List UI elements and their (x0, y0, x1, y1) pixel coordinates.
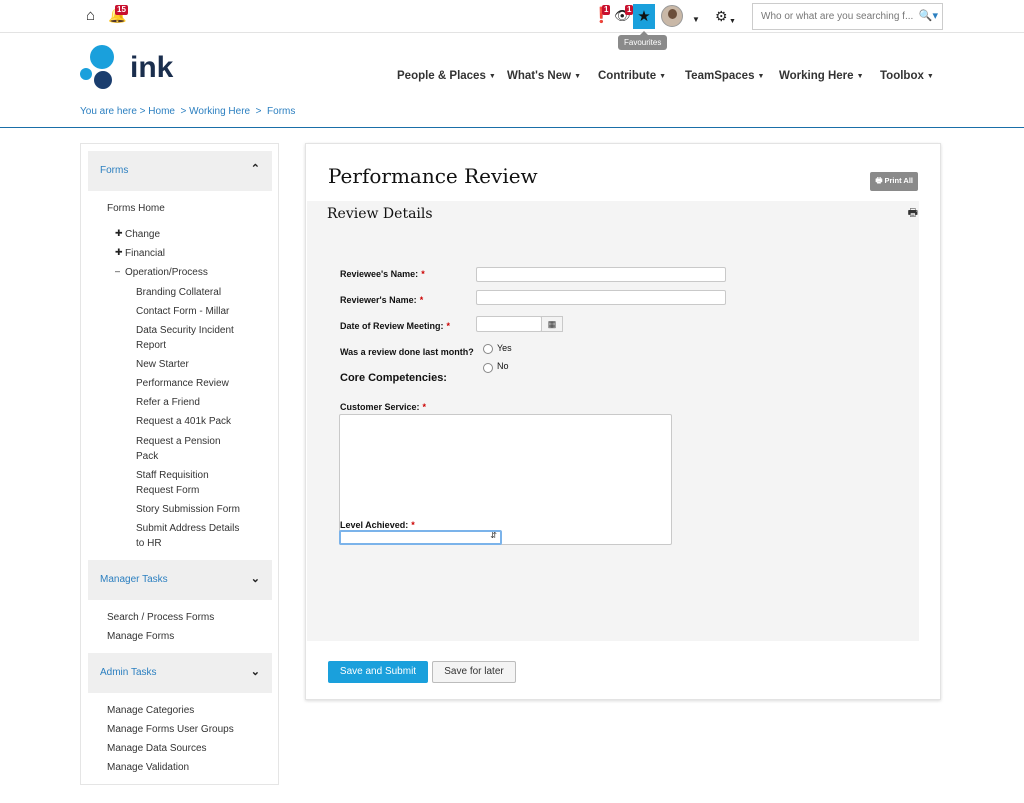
sidebar-item-financial[interactable]: Financial (125, 246, 165, 261)
sidebar-item-search-process[interactable]: Search / Process Forms (107, 610, 214, 625)
sidebar-form-new-starter[interactable]: New Starter (136, 357, 189, 372)
sidebar-form-refer-friend[interactable]: Refer a Friend (136, 395, 200, 410)
sidebar-item-manage-user-groups[interactable]: Manage Forms User Groups (107, 722, 234, 737)
reviewee-label: Reviewee's Name: * (340, 269, 425, 279)
level-achieved-label: Level Achieved: * (340, 520, 415, 530)
expand-plus-icon[interactable]: ✚ (115, 247, 123, 258)
header-divider (0, 127, 1024, 128)
reviewee-input[interactable] (476, 267, 726, 282)
reviewer-input[interactable] (476, 290, 726, 305)
nav-working-here[interactable]: Working Here ▼ (779, 70, 864, 82)
customer-service-label: Customer Service: * (340, 402, 427, 412)
sidebar-form-pension-cont[interactable]: Pack (136, 449, 158, 464)
sidebar-manager-header[interactable]: Manager Tasks ⌄ (88, 560, 272, 600)
radio-yes-label: Yes (497, 343, 512, 353)
avatar[interactable] (661, 5, 683, 27)
search-input[interactable] (753, 4, 918, 29)
nav-contribute[interactable]: Contribute ▼ (598, 70, 666, 82)
notifications-badge: 15 (115, 5, 128, 15)
sidebar-form-401k[interactable]: Request a 401k Pack (136, 414, 231, 429)
sidebar-form-pension[interactable]: Request a Pension (136, 434, 221, 449)
chevron-down-icon: ▼ (926, 73, 934, 80)
chevron-down-icon: ▼ (856, 73, 864, 80)
favourites-star-icon[interactable]: ★ (633, 4, 655, 29)
nav-whats-new[interactable]: What's New ▼ (507, 70, 581, 82)
nav-people-places[interactable]: People & Places ▼ (397, 70, 496, 82)
calendar-icon[interactable]: ▦ (541, 316, 563, 332)
sidebar-forms-header[interactable]: Forms ⌃ (88, 151, 272, 191)
breadcrumb[interactable]: You are here > Home > Working Here > For… (80, 106, 295, 117)
sidebar-form-data-security[interactable]: Data Security Incident (136, 323, 234, 338)
collapse-minus-icon[interactable]: – (115, 266, 120, 276)
review-last-month-label: Was a review done last month? (340, 347, 474, 357)
gear-icon[interactable]: ⚙ (715, 7, 728, 25)
chevron-down-icon[interactable]: ▼ (692, 11, 700, 29)
logo-text: ink (130, 51, 174, 84)
ink-logo[interactable]: ink (80, 45, 180, 91)
sidebar-form-staff-requisition-cont[interactable]: Request Form (136, 483, 199, 498)
radio-yes[interactable] (483, 344, 493, 354)
review-date-label: Date of Review Meeting: * (340, 321, 451, 331)
sidebar-admin-header[interactable]: Admin Tasks ⌄ (88, 653, 272, 693)
save-for-later-button[interactable]: Save for later (432, 661, 516, 683)
chevron-down-icon: ▼ (659, 73, 667, 80)
sidebar-item-manage-validation[interactable]: Manage Validation (107, 760, 189, 775)
section-title: Review Details (327, 206, 433, 222)
expand-plus-icon[interactable]: ✚ (115, 228, 123, 239)
printer-icon[interactable]: 🖶 (908, 204, 918, 223)
sidebar-form-contact-form[interactable]: Contact Form - Millar (136, 304, 229, 319)
sidebar-form-staff-requisition[interactable]: Staff Requisition (136, 468, 209, 483)
sidebar-item-manage-data-sources[interactable]: Manage Data Sources (107, 741, 207, 756)
sidebar-item-operation-process[interactable]: Operation/Process (125, 265, 208, 280)
home-icon[interactable]: ⌂ (86, 7, 95, 25)
chevron-down-icon: ▼ (574, 73, 582, 80)
chevron-down-icon: ▼ (488, 73, 496, 80)
search-icon[interactable]: 🔍▾ (919, 9, 938, 22)
sidebar: Forms ⌃ Forms Home ✚ Change ✚ Financial … (80, 143, 279, 785)
nav-toolbox[interactable]: Toolbox ▼ (880, 70, 934, 82)
core-competencies-heading: Core Competencies: (340, 372, 447, 384)
reviewer-label: Reviewer's Name: * (340, 295, 424, 305)
top-bar: ⌂ 🔔 15 ❗ 1 👁 1 ★ Favourites ▼ ⚙ ▼ 🔍▾ (0, 0, 1024, 50)
print-all-button[interactable]: 🖶 Print All (870, 172, 918, 191)
sidebar-form-address-details-cont[interactable]: to HR (136, 536, 162, 551)
sidebar-form-branding-collateral[interactable]: Branding Collateral (136, 285, 221, 300)
level-achieved-select[interactable]: ⇵ (339, 530, 502, 545)
search-box: 🔍▾ (752, 3, 943, 30)
form-card: Performance Review 🖶 Print All Review De… (305, 143, 941, 700)
radio-no[interactable] (483, 363, 493, 373)
sidebar-form-story-submission[interactable]: Story Submission Form (136, 502, 240, 517)
favourites-tooltip: Favourites (618, 31, 668, 50)
save-and-submit-button[interactable]: Save and Submit (328, 661, 428, 683)
chevron-down-icon: ▼ (757, 73, 765, 80)
alerts-badge: 1 (602, 5, 611, 15)
sidebar-item-forms-home[interactable]: Forms Home (107, 201, 165, 216)
sidebar-item-change[interactable]: Change (125, 227, 160, 242)
select-arrows-icon: ⇵ (490, 531, 497, 540)
nav-teamspaces[interactable]: TeamSpaces ▼ (685, 70, 764, 82)
review-date-input[interactable] (476, 316, 542, 332)
chevron-up-icon[interactable]: ⌃ (251, 162, 260, 175)
sidebar-form-performance-review[interactable]: Performance Review (136, 376, 229, 391)
gear-caret-icon[interactable]: ▼ (729, 13, 736, 31)
chevron-down-icon[interactable]: ⌄ (251, 665, 260, 678)
radio-no-label: No (497, 361, 509, 371)
chevron-down-icon[interactable]: ⌄ (251, 572, 260, 585)
sidebar-form-address-details[interactable]: Submit Address Details (136, 521, 239, 536)
sidebar-item-manage-forms[interactable]: Manage Forms (107, 629, 174, 644)
sidebar-item-manage-categories[interactable]: Manage Categories (107, 703, 194, 718)
page-title: Performance Review (328, 164, 538, 188)
sidebar-form-data-security-cont[interactable]: Report (136, 338, 166, 353)
